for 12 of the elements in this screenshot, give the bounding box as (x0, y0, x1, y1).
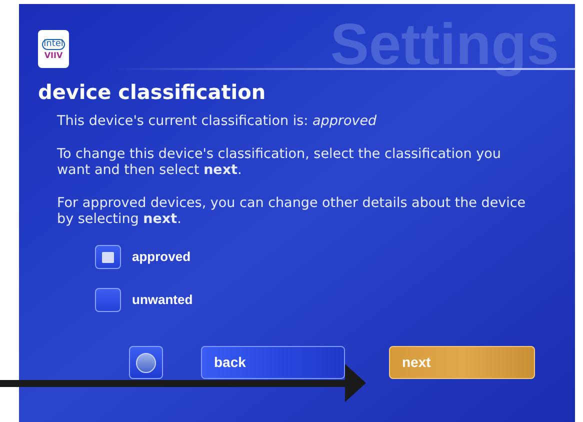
page-title: device classification (37, 80, 267, 105)
info-paragraph: To change this device's classification, select the classification you want and then select next. (57, 146, 502, 178)
info-paragraph: This device's current classification is: approved (57, 113, 378, 129)
help-icon (136, 352, 156, 372)
option-label: unwanted (132, 291, 193, 310)
info-paragraph: For approved devices, you can change other details about the device by selecting next. (57, 195, 527, 227)
radio-button[interactable] (95, 245, 121, 269)
radio-button[interactable] (95, 288, 121, 312)
back-button[interactable]: back (201, 346, 345, 379)
help-button[interactable] (129, 346, 163, 379)
brand-logo: intel VIIV (38, 30, 69, 68)
option-label: approved (132, 248, 191, 266)
